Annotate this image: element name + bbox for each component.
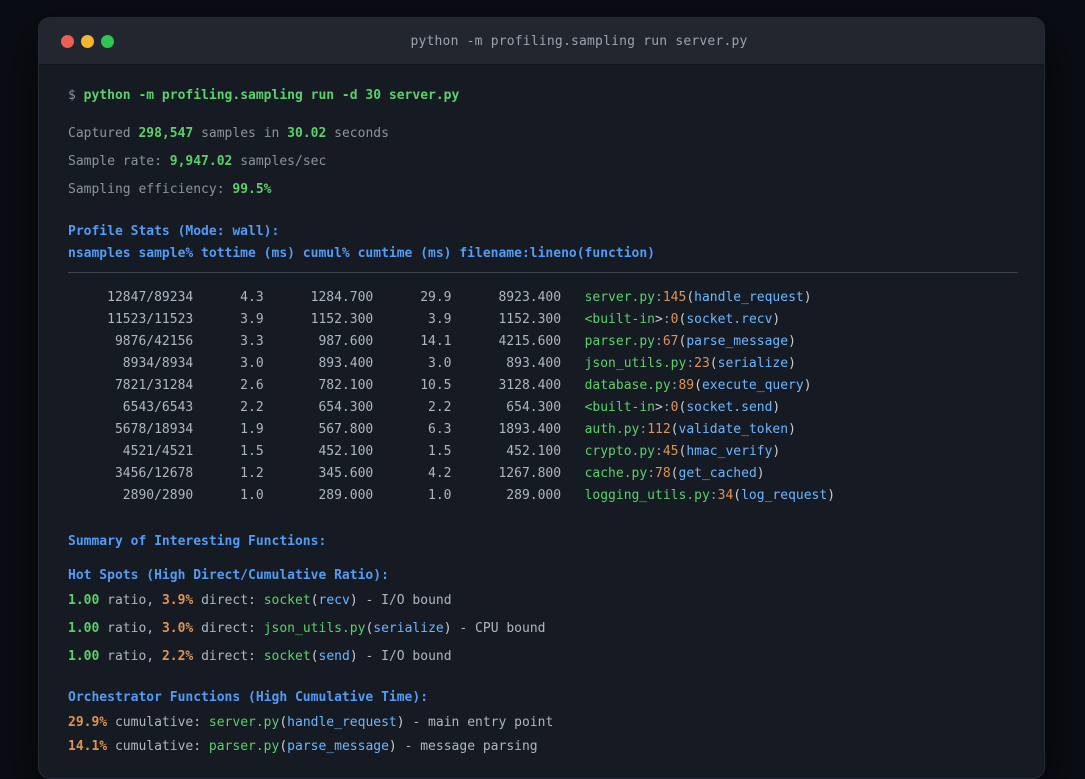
profile-row: 5678/18934 1.9 567.800 6.3 1893.400 auth… — [68, 422, 796, 437]
profile-row: 9876/42156 3.3 987.600 14.1 4215.600 par… — [68, 334, 796, 349]
sample-rate-unit: samples/sec — [232, 154, 327, 169]
captured-duration-value: 30.02 — [287, 126, 327, 141]
efficiency-value: 99.5% — [232, 182, 272, 197]
profile-row: 4521/4521 1.5 452.100 1.5 452.100 crypto… — [68, 444, 781, 459]
profile-row: 12847/89234 4.3 1284.700 29.9 8923.400 s… — [68, 290, 812, 305]
profile-row: 8934/8934 3.0 893.400 3.0 893.400 json_u… — [68, 356, 796, 371]
command-line: $ python -m profiling.sampling run -d 30… — [68, 85, 1018, 107]
maximize-button[interactable] — [101, 34, 114, 48]
captured-mid-label: samples in — [193, 126, 288, 141]
hot-spots-list: 1.00 ratio, 3.9% direct: socket(recv) - … — [68, 590, 1018, 668]
orchestrator-title: Orchestrator Functions (High Cumulative … — [68, 690, 429, 705]
window-title: python -m profiling.sampling run server.… — [410, 33, 748, 49]
efficiency-line: Sampling efficiency: 99.5% — [68, 179, 1018, 201]
hot-spots-title: Hot Spots (High Direct/Cumulative Ratio)… — [68, 568, 389, 583]
sample-rate-line: Sample rate: 9,947.02 samples/sec — [68, 151, 1018, 173]
sample-rate-value: 9,947.02 — [169, 154, 233, 169]
command-text: python -m profiling.sampling run -d 30 s… — [83, 88, 460, 103]
captured-line: Captured 298,547 samples in 30.02 second… — [68, 123, 1018, 145]
hot-spot-line: 1.00 ratio, 3.9% direct: socket(recv) - … — [68, 593, 452, 608]
profile-row: 2890/2890 1.0 289.000 1.0 289.000 loggin… — [68, 488, 836, 503]
profile-row: 6543/6543 2.2 654.300 2.2 654.300 <built… — [68, 400, 781, 415]
profile-row: 3456/12678 1.2 345.600 4.2 1267.800 cach… — [68, 466, 765, 481]
orchestrator-line: 14.1% cumulative: parser.py(parse_messag… — [68, 739, 538, 754]
profile-row: 7821/31284 2.6 782.100 10.5 3128.400 dat… — [68, 378, 812, 393]
profile-stats-title: Profile Stats (Mode: wall): — [68, 224, 280, 239]
table-divider — [68, 272, 1018, 273]
hot-spot-line: 1.00 ratio, 2.2% direct: socket(send) - … — [68, 649, 452, 664]
terminal-output: $ python -m profiling.sampling run -d 30… — [39, 65, 1044, 758]
minimize-button[interactable] — [81, 34, 94, 48]
efficiency-label: Sampling efficiency: — [68, 182, 233, 197]
traffic-lights — [39, 34, 114, 48]
profile-table: 12847/89234 4.3 1284.700 29.9 8923.400 s… — [68, 287, 1018, 507]
sample-rate-label: Sample rate: — [68, 154, 170, 169]
hot-spot-line: 1.00 ratio, 3.0% direct: json_utils.py(s… — [68, 621, 546, 636]
summary-title: Summary of Interesting Functions: — [68, 534, 327, 549]
captured-suffix-label: seconds — [326, 126, 389, 141]
captured-label: Captured — [68, 126, 139, 141]
shell-prompt: $ — [68, 88, 84, 103]
orchestrator-line: 29.9% cumulative: server.py(handle_reque… — [68, 715, 554, 730]
profile-row: 11523/11523 3.9 1152.300 3.9 1152.300 <b… — [68, 312, 781, 327]
captured-samples-value: 298,547 — [138, 126, 194, 141]
profile-columns-header: nsamples sample% tottime (ms) cumul% cum… — [68, 246, 655, 261]
orchestrator-list: 29.9% cumulative: server.py(handle_reque… — [68, 712, 1018, 758]
terminal-window: python -m profiling.sampling run server.… — [38, 17, 1045, 779]
window-titlebar[interactable]: python -m profiling.sampling run server.… — [39, 18, 1044, 65]
close-button[interactable] — [61, 34, 74, 48]
